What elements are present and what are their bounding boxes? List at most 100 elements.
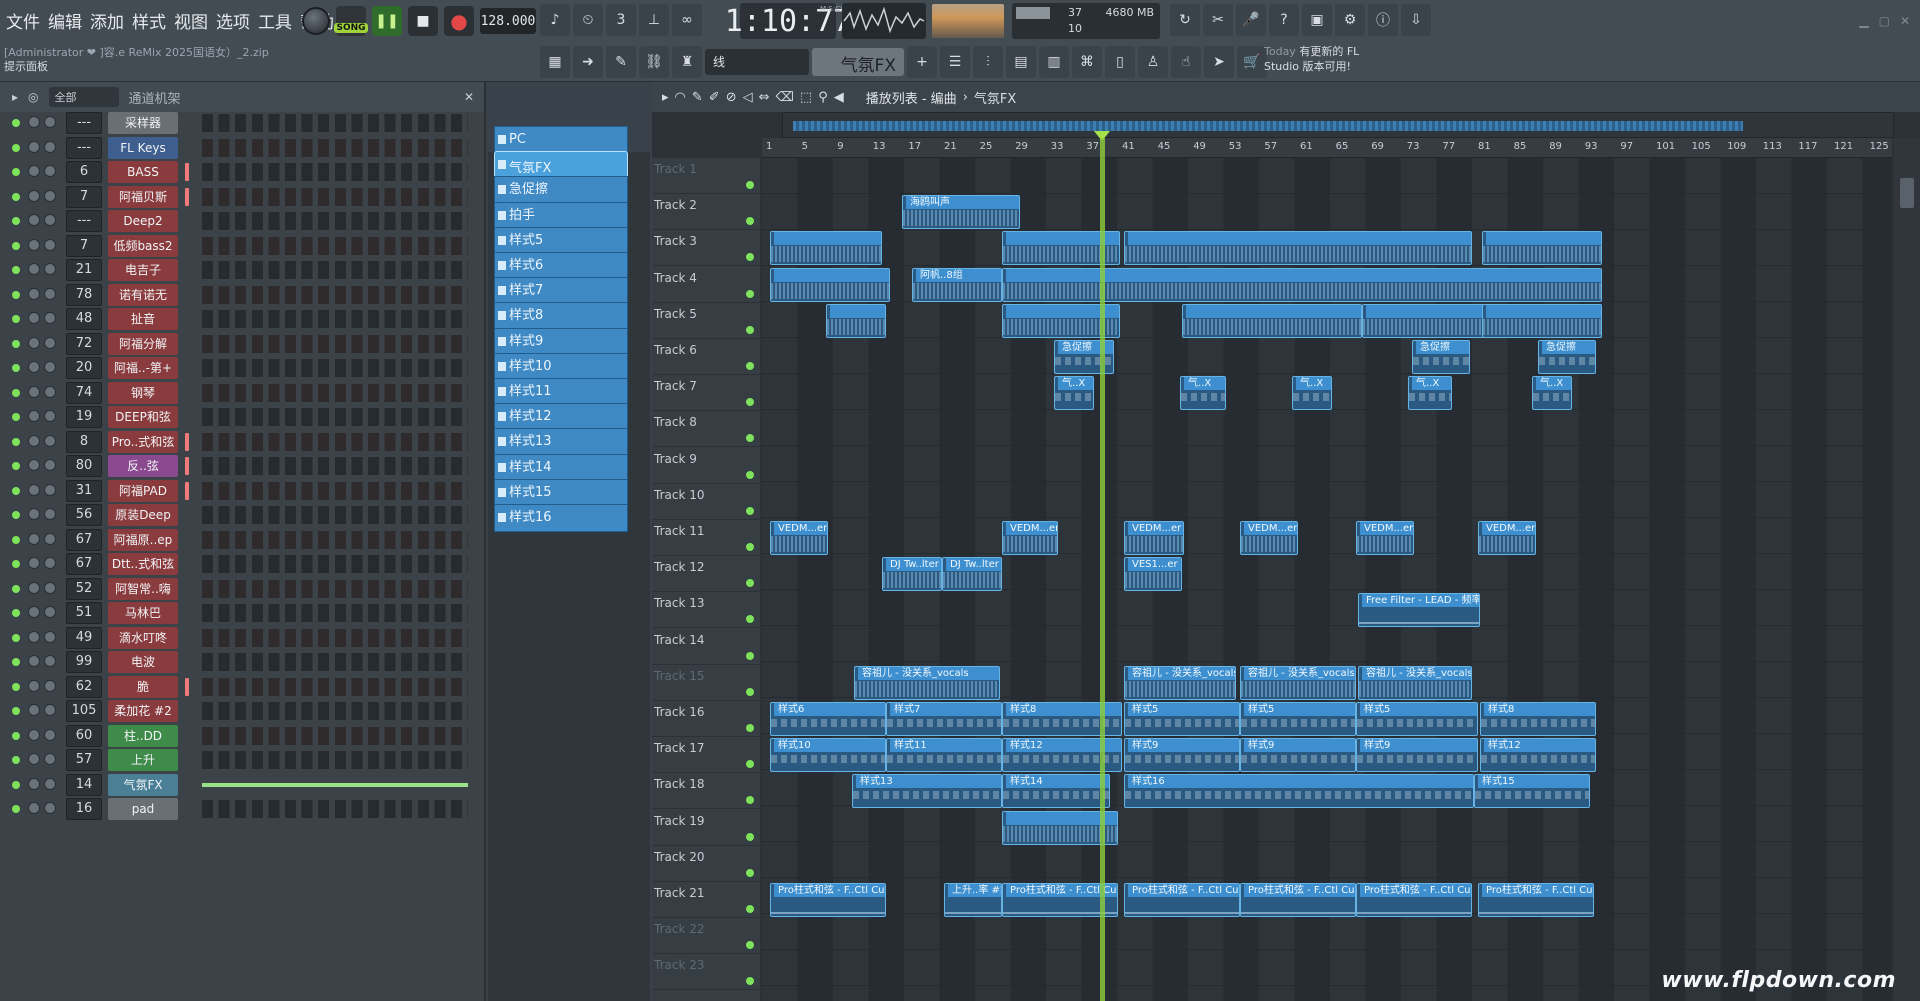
pan-knob[interactable] (28, 312, 40, 324)
channel-row[interactable]: 60 柱..DD (8, 723, 474, 749)
step-sequencer[interactable] (202, 653, 468, 671)
add-pattern-icon[interactable]: + (907, 46, 937, 78)
volume-knob[interactable] (44, 385, 56, 398)
track-header[interactable]: Track 8 (652, 411, 760, 448)
playlist-clip[interactable]: Pro柱式和弦 - F..Ctl Cutoff (770, 883, 886, 917)
pan-knob[interactable] (28, 728, 40, 741)
menu-view[interactable]: 视图 (172, 8, 210, 33)
channel-row[interactable]: 48 扯音 (8, 306, 474, 332)
channel-filter[interactable]: 全部 (48, 87, 119, 107)
headphones-icon[interactable]: ◠ (675, 90, 686, 105)
step-sequencer[interactable] (202, 800, 468, 818)
pattern-item[interactable]: 样式16 (494, 504, 628, 532)
mixer-track-number[interactable]: 52 (66, 577, 102, 600)
delete-tool-icon[interactable]: ⊘ (726, 90, 737, 105)
snap-select[interactable]: 线 (705, 49, 809, 75)
volume-knob[interactable] (44, 508, 56, 520)
pattern-item[interactable]: 拍手 (494, 201, 628, 230)
channel-row[interactable]: --- Deep2 (8, 208, 474, 234)
playlist-clip[interactable]: 气..X (1532, 376, 1572, 411)
volume-knob[interactable] (44, 655, 56, 667)
channel-led-icon[interactable] (12, 266, 20, 274)
step-sequencer[interactable] (202, 776, 468, 794)
playlist-clip[interactable]: 样式8 (1480, 702, 1596, 736)
channel-row[interactable]: 67 阿福原..ep (8, 527, 474, 553)
playlist-clip[interactable]: 容祖儿 - 没关系_vocals (1124, 665, 1236, 700)
track-header[interactable]: Track 15 (652, 665, 760, 701)
track-header[interactable]: Track 3 (652, 230, 760, 267)
channel-name-button[interactable]: 反..弦 (108, 455, 178, 477)
track-header[interactable]: Track 18 (652, 773, 760, 810)
step-sequencer[interactable] (202, 702, 468, 720)
pan-knob[interactable] (28, 214, 40, 226)
selection-marker[interactable] (185, 677, 189, 696)
track-led-icon[interactable] (746, 687, 754, 696)
volume-knob[interactable] (44, 802, 56, 814)
mixer-track-number[interactable]: 67 (66, 528, 102, 551)
track-led-icon[interactable] (746, 724, 754, 732)
channel-row[interactable]: 6 BASS (8, 159, 474, 185)
playlist-clip[interactable]: 气..X (1054, 376, 1094, 411)
channel-name-button[interactable]: 电吉子 (108, 259, 178, 281)
close-icon[interactable]: ✕ (1900, 14, 1910, 28)
playlist-clip[interactable] (1482, 303, 1602, 338)
playlist-clip[interactable]: Free Filter - LEAD - 频率 (1358, 593, 1480, 628)
channel-led-icon[interactable] (12, 609, 20, 617)
channel-name-button[interactable]: 阿福..-第+ (108, 357, 178, 379)
link-icon[interactable]: ⛓ (639, 46, 669, 78)
maximize-icon[interactable]: ▢ (1879, 14, 1890, 28)
playlist-clip[interactable]: 样式5 (1356, 702, 1478, 736)
pan-knob[interactable] (28, 483, 40, 496)
playlist-clip[interactable]: Pro柱式和弦 - F..Ctl Cutoff (1478, 883, 1594, 917)
menu-tools[interactable]: 工具 (256, 8, 294, 33)
mixer-track-number[interactable]: 72 (66, 332, 102, 355)
channel-name-button[interactable]: 阿福PAD (108, 479, 178, 502)
playlist-clip[interactable]: 容祖儿 - 没关系_vocals (1240, 665, 1356, 700)
playlist-clip[interactable]: 样式7 (886, 702, 1002, 736)
mixer-track-number[interactable]: 57 (66, 749, 102, 771)
playlist-clip[interactable]: DJ Tw..lter 5 (942, 557, 1002, 592)
track-led-icon[interactable] (746, 470, 754, 479)
volume-knob[interactable] (44, 140, 56, 153)
pattern-selector[interactable]: 气氛FX (812, 48, 904, 76)
track-led-icon[interactable] (746, 434, 754, 443)
fx-icon[interactable]: ➤ (1204, 46, 1234, 78)
playlist-clip[interactable]: 容祖儿 - 没关系_vocals (854, 665, 1000, 700)
channel-name-button[interactable]: 低频bass2 (108, 234, 178, 257)
channel-led-icon[interactable] (12, 388, 20, 397)
mixer-track-number[interactable]: 99 (66, 651, 102, 673)
track-header[interactable]: Track 13 (652, 592, 760, 629)
touch-icon[interactable]: ☝ (1171, 46, 1201, 78)
pan-knob[interactable] (28, 434, 40, 447)
playlist-clip[interactable] (770, 231, 882, 266)
minimize-icon[interactable]: ▁ (1859, 14, 1868, 28)
playlist-clip[interactable]: 样式5 (1240, 702, 1356, 736)
selection-marker[interactable] (185, 187, 189, 206)
pattern-item[interactable]: 样式9 (494, 327, 628, 356)
piano-icon[interactable]: ▦ (540, 46, 570, 78)
channel-led-icon[interactable] (12, 560, 20, 568)
pattern-item[interactable]: PC (494, 126, 628, 154)
track-led-icon[interactable] (746, 977, 754, 986)
stamp-icon[interactable]: ♜ (672, 46, 702, 78)
step-sequencer[interactable] (202, 677, 468, 696)
wait-record-icon[interactable]: ⏲ (573, 4, 603, 36)
channel-name-button[interactable]: 柔加花 #2 (108, 700, 178, 722)
pattern-item[interactable]: 样式8 (494, 302, 628, 331)
step-sequencer[interactable] (202, 261, 468, 279)
playlist-clip[interactable]: 样式15 (1474, 774, 1590, 809)
track-header[interactable]: Track 22 (652, 918, 760, 955)
channel-name-button[interactable]: 柱..DD (108, 724, 178, 747)
playlist-clip[interactable] (1002, 267, 1602, 302)
vertical-scrollbar[interactable] (1894, 138, 1920, 1001)
pan-knob[interactable] (28, 336, 40, 349)
volume-knob[interactable] (44, 777, 56, 790)
channel-rack-icon[interactable]: ▤ (1006, 46, 1036, 78)
volume-knob[interactable] (44, 312, 56, 324)
pan-knob[interactable] (28, 385, 40, 398)
track-led-icon[interactable] (746, 796, 754, 805)
mixer-track-number[interactable]: 7 (66, 185, 102, 208)
channel-led-icon[interactable] (12, 119, 20, 127)
step-sequencer[interactable] (202, 530, 468, 549)
playlist-clip[interactable]: 气..X (1408, 376, 1452, 411)
